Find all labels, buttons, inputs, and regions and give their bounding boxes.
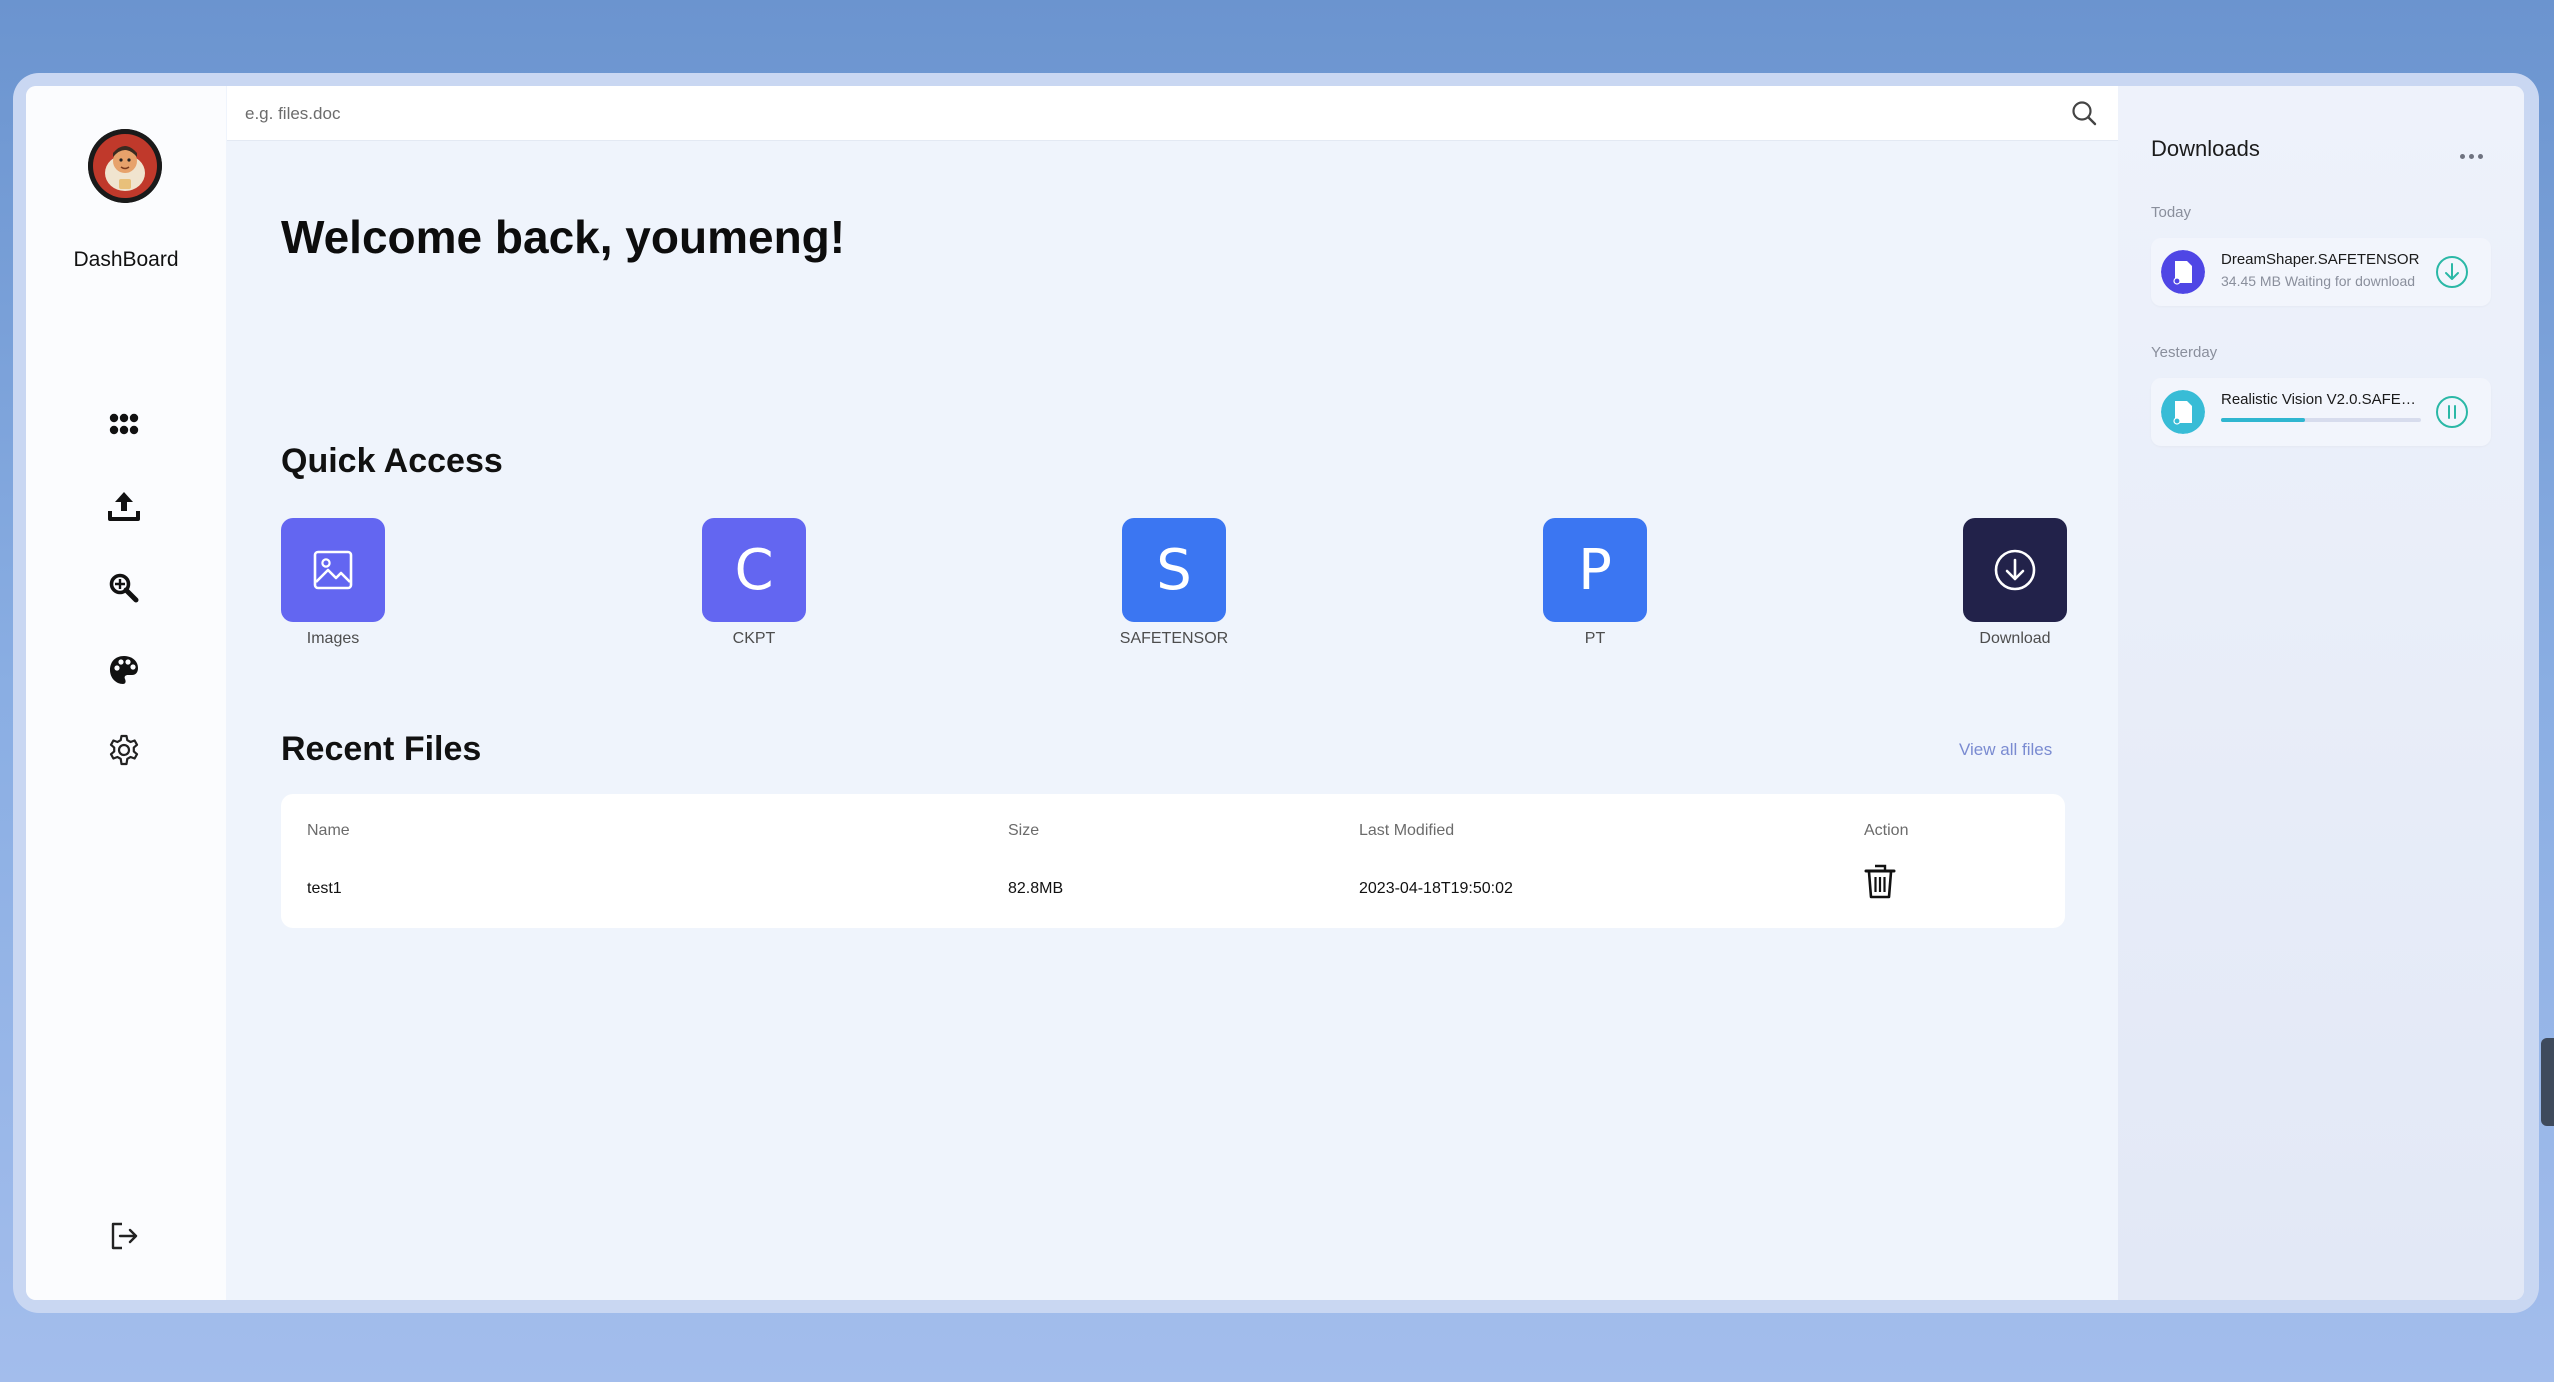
sidebar: DashBoard xyxy=(26,86,226,1300)
downloads-panel: Downloads Today DreamShaper.SAFETENSOR 3… xyxy=(2118,86,2524,1300)
nav-search[interactable] xyxy=(96,560,152,616)
avatar[interactable] xyxy=(88,129,162,203)
recent-files-table: Name Size Last Modified Action test1 82.… xyxy=(281,794,2065,928)
download-item[interactable]: DreamShaper.SAFETENSOR 34.45 MB Waiting … xyxy=(2151,238,2491,306)
quick-access-ckpt[interactable]: C CKPT xyxy=(702,518,806,648)
quick-access-pt[interactable]: P PT xyxy=(1543,518,1647,648)
pause-circle-icon[interactable] xyxy=(2434,394,2470,430)
quick-access-label: PT xyxy=(1584,630,1606,647)
quick-access-label: Images xyxy=(306,630,360,647)
download-meta: 34.45 MB Waiting for download xyxy=(2221,273,2416,289)
quick-access-images[interactable]: Images xyxy=(281,518,385,648)
search-icon[interactable] xyxy=(2070,99,2098,127)
download-circle-icon[interactable] xyxy=(2434,254,2470,290)
recent-files-title: Recent Files xyxy=(281,730,482,768)
main-content: Welcome back, youmeng! Quick Access Imag… xyxy=(226,86,2118,1300)
quick-access-tile: P xyxy=(1543,518,1647,622)
more-options-icon[interactable] xyxy=(2460,146,2488,159)
file-icon xyxy=(2161,250,2205,294)
quick-access-tile: S xyxy=(1122,518,1226,622)
view-all-files-link[interactable]: View all files xyxy=(1959,740,2052,760)
nav-home[interactable] xyxy=(96,396,152,452)
quick-access-title: Quick Access xyxy=(281,442,503,480)
trash-icon[interactable] xyxy=(1863,862,1897,900)
grid-icon xyxy=(109,413,139,435)
quick-access-label: SAFETENSOR xyxy=(1119,630,1229,647)
gear-icon xyxy=(109,734,139,766)
app-window: DashBoard e.g. files.doc Welcome back, y… xyxy=(26,86,2524,1300)
download-progress-fill xyxy=(2221,418,2305,422)
image-icon xyxy=(313,550,353,590)
quick-access-tile: C xyxy=(702,518,806,622)
palette-icon xyxy=(110,656,138,684)
search-zoom-icon xyxy=(109,573,139,603)
logout-icon xyxy=(111,1222,138,1250)
scroll-handle[interactable] xyxy=(2541,1038,2554,1126)
download-item[interactable]: Realistic Vision V2.0.SAFETENSOR xyxy=(2151,378,2491,446)
upload-icon xyxy=(108,492,140,521)
table-header-modified[interactable]: Last Modified xyxy=(1359,822,1454,840)
table-header-action: Action xyxy=(1864,822,1909,839)
table-header-name[interactable]: Name xyxy=(307,822,350,840)
quick-access-tile xyxy=(281,518,385,622)
nav-upload[interactable] xyxy=(96,478,152,534)
nav-settings[interactable] xyxy=(96,722,152,778)
quick-access-label: CKPT xyxy=(732,630,776,647)
download-circle-icon xyxy=(1994,549,2036,591)
quick-access-label: Download xyxy=(1979,630,2051,647)
welcome-heading: Welcome back, youmeng! xyxy=(281,211,846,263)
search-bar xyxy=(227,86,2118,141)
download-name: Realistic Vision V2.0.SAFETENSOR xyxy=(2221,391,2421,408)
download-name: DreamShaper.SAFETENSOR xyxy=(2221,251,2420,268)
group-label-today: Today xyxy=(2151,204,2192,221)
downloads-title: Downloads xyxy=(2151,136,2260,161)
file-modified: 2023-04-18T19:50:02 xyxy=(1359,880,1513,897)
quick-access-safetensor[interactable]: S SAFETENSOR xyxy=(1120,518,1228,648)
search-input[interactable] xyxy=(243,96,2067,132)
file-size: 82.8MB xyxy=(1008,880,1064,897)
table-header-size[interactable]: Size xyxy=(1008,822,1039,840)
file-name[interactable]: test1 xyxy=(307,880,342,898)
group-label-yesterday: Yesterday xyxy=(2151,344,2218,361)
quick-access-tile xyxy=(1963,518,2067,622)
file-icon xyxy=(2161,390,2205,434)
download-progress-bar xyxy=(2221,418,2421,422)
nav-palette[interactable] xyxy=(96,642,152,698)
quick-access-download[interactable]: Download xyxy=(1963,518,2067,648)
logout-button[interactable] xyxy=(96,1208,152,1264)
brand-title: DashBoard xyxy=(73,248,179,271)
